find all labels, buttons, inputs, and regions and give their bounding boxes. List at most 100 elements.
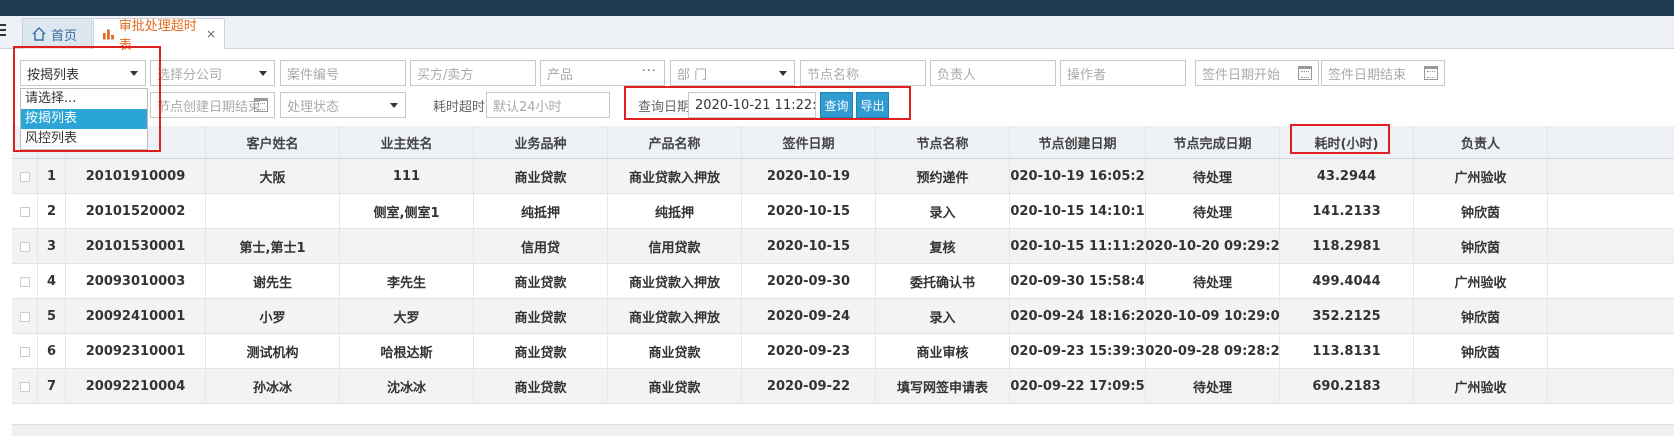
calendar-icon[interactable] (1298, 66, 1312, 80)
node-created-end-placeholder: 节点创建日期结束 (157, 99, 262, 115)
table-header: 编号 客户姓名 业主姓名 业务品种 产品名称 签件日期 节点名称 节点创建日期 … (12, 126, 1674, 159)
owner-input[interactable]: 负责人 (930, 60, 1056, 86)
tab-home-label: 首页 (51, 28, 78, 44)
tab-home[interactable]: 首页 (22, 18, 92, 49)
row-business-type: 商业贷款 (474, 264, 608, 299)
tab-approval-timeout[interactable]: 审批处理超时表 × (93, 18, 225, 53)
header-owner-name[interactable]: 业主姓名 (340, 126, 474, 159)
header-sign-date[interactable]: 签件日期 (742, 126, 876, 159)
table-row[interactable]: 320101530001第士,第士1信用贷信用贷款2020-10-15复核202… (12, 229, 1674, 264)
row-case-no: 20092410001 (66, 299, 206, 334)
row-product-name: 商业贷款 (608, 334, 742, 369)
table-row[interactable]: 4 20093010003 谢先生 李先生 商业贷款 商业贷款入押放 2020-09-30 委… (12, 264, 1674, 299)
dept-placeholder: 部 门 (677, 67, 708, 83)
row-duration-hours: 352.2125 (1280, 299, 1414, 334)
calendar-icon[interactable] (254, 98, 268, 112)
table-row[interactable]: 7 20092210004 孙冰冰 沈冰冰 商业贷款 商业贷款 2020-09-22 填写网签… (12, 369, 1674, 404)
row-node-created: 2020-10-15 14:10:15 (1010, 194, 1146, 229)
sign-start-date[interactable]: 签件日期开始 (1195, 60, 1319, 86)
row-checkbox-cell (12, 264, 38, 299)
row-node-completed: 待处理 (1146, 159, 1280, 194)
sign-start-placeholder: 签件日期开始 (1202, 67, 1281, 83)
table-row[interactable]: 520092410001小罗大罗商业贷款商业贷款入押放2020-09-24录入2… (12, 299, 1674, 334)
case-no-placeholder: 案件编号 (287, 67, 340, 83)
close-icon[interactable]: × (206, 27, 216, 41)
row-node-created: 2020-09-23 15:39:36 (1010, 334, 1146, 369)
home-icon (32, 27, 46, 41)
row-node-created: 2020-10-19 16:05:23 (1010, 159, 1146, 194)
branch-select[interactable]: 选择分公司 (150, 60, 275, 86)
calendar-icon[interactable] (1424, 66, 1438, 80)
row-checkbox[interactable] (19, 276, 30, 287)
row-responsible: 钟欣茵 (1414, 299, 1548, 334)
buyer-seller-input[interactable]: 买方/卖方 (410, 60, 536, 86)
row-checkbox[interactable] (19, 381, 30, 392)
row-node-created: 2020-09-22 17:09:57 (1010, 369, 1146, 404)
case-no-input[interactable]: 案件编号 (280, 60, 406, 86)
row-business-type: 纯抵押 (474, 194, 608, 229)
horizontal-scrollbar[interactable] (12, 424, 1674, 436)
timeout-placeholder: 默认24小时 (493, 99, 562, 115)
row-business-type: 商业贷款 (474, 299, 608, 334)
row-case-no: 20101520002 (66, 194, 206, 229)
node-name-input[interactable]: 节点名称 (800, 60, 926, 86)
header-responsible[interactable]: 负责人 (1414, 126, 1548, 159)
header-node-created[interactable]: 节点创建日期 (1010, 126, 1146, 159)
row-node-created: 2020-09-24 18:16:21 (1010, 299, 1146, 334)
row-owner-name: 李先生 (340, 264, 474, 299)
row-node-completed: 待处理 (1146, 264, 1280, 299)
highlight-box-duration (1290, 124, 1390, 154)
row-business-type: 信用贷 (474, 229, 608, 264)
status-placeholder: 处理状态 (287, 99, 340, 115)
row-index: 6 (38, 334, 66, 369)
status-select[interactable]: 处理状态 (280, 92, 406, 118)
row-node-name: 预约递件 (876, 159, 1010, 194)
timeout-input[interactable]: 默认24小时 (486, 92, 610, 118)
header-product-name[interactable]: 产品名称 (608, 126, 742, 159)
header-node-completed[interactable]: 节点完成日期 (1146, 126, 1280, 159)
row-node-name: 商业审核 (876, 334, 1010, 369)
row-customer-name: 孙冰冰 (206, 369, 340, 404)
row-index: 4 (38, 264, 66, 299)
operator-placeholder: 操作者 (1067, 67, 1107, 83)
row-checkbox-cell (12, 369, 38, 404)
row-node-completed: 待处理 (1146, 194, 1280, 229)
row-checkbox[interactable] (19, 311, 30, 322)
menu-icon[interactable] (0, 24, 8, 40)
sign-end-date[interactable]: 签件日期结束 (1321, 60, 1445, 86)
row-checkbox[interactable] (19, 171, 30, 182)
row-owner-name (340, 229, 474, 264)
row-case-no: 20093010003 (66, 264, 206, 299)
header-node-name[interactable]: 节点名称 (876, 126, 1010, 159)
row-duration-hours: 499.4044 (1280, 264, 1414, 299)
row-product-name: 信用贷款 (608, 229, 742, 264)
chevron-down-icon (259, 71, 267, 76)
row-product-name: 商业贷款入押放 (608, 159, 742, 194)
row-owner-name: 侧室,侧室1 (340, 194, 474, 229)
row-index: 1 (38, 159, 66, 194)
row-owner-name: 哈根达斯 (340, 334, 474, 369)
dept-select[interactable]: 部 门 (670, 60, 795, 86)
table-row[interactable]: 220101520002侧室,侧室1纯抵押纯抵押2020-10-15录入2020… (12, 194, 1674, 229)
operator-input[interactable]: 操作者 (1060, 60, 1186, 86)
bar-chart-icon (102, 28, 114, 39)
row-owner-name: 沈冰冰 (340, 369, 474, 404)
row-checkbox[interactable] (19, 241, 30, 252)
product-picker[interactable]: 产品 ··· (540, 60, 665, 86)
table-row[interactable]: 1 20101910009 大阪 111 商业贷款 商业贷款入押放 2020-10-19 预约… (12, 159, 1674, 194)
node-name-placeholder: 节点名称 (807, 67, 860, 83)
row-case-no: 20101530001 (66, 229, 206, 264)
row-product-name: 商业贷款 (608, 369, 742, 404)
row-responsible: 钟欣茵 (1414, 229, 1548, 264)
row-business-type: 商业贷款 (474, 334, 608, 369)
header-customer-name[interactable]: 客户姓名 (206, 126, 340, 159)
node-created-end-date[interactable]: 节点创建日期结束 (150, 92, 275, 118)
row-product-name: 商业贷款入押放 (608, 299, 742, 334)
header-business-type[interactable]: 业务品种 (474, 126, 608, 159)
row-checkbox[interactable] (19, 346, 30, 357)
table-row[interactable]: 6 20092310001 测试机构 哈根达斯 商业贷款 商业贷款 2020-09-23 商业… (12, 334, 1674, 369)
row-checkbox-cell (12, 334, 38, 369)
row-sign-date: 2020-09-23 (742, 334, 876, 369)
row-sign-date: 2020-10-15 (742, 229, 876, 264)
row-checkbox[interactable] (19, 206, 30, 217)
